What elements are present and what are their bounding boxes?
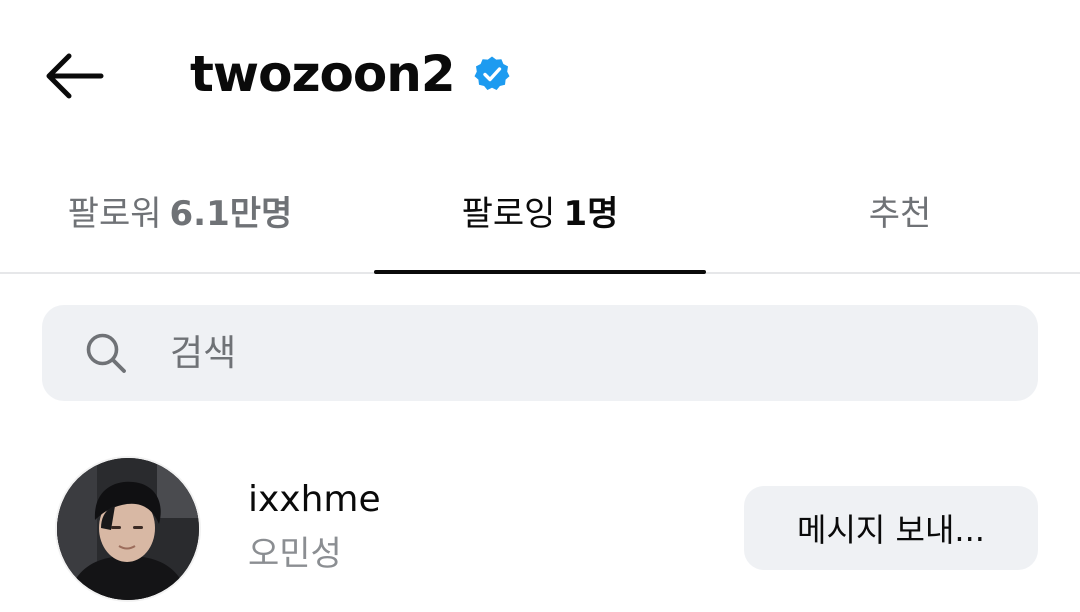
arrow-left-icon [46,53,104,99]
list-item[interactable]: ixxhme 오민성 메시지 보내... [0,452,1080,606]
tab-followers[interactable]: 팔로워 6.1만명 [0,160,360,272]
user-names: ixxhme 오민성 [248,478,381,576]
display-name: 오민성 [248,534,342,574]
search-bar[interactable] [42,305,1038,401]
tab-followers-label: 팔로워 [67,193,162,234]
avatar[interactable] [55,456,201,602]
top-bar: twozoon2 [0,0,1080,150]
tab-following-label: 팔로잉 [461,193,556,234]
search-icon [84,331,128,375]
title-group: twozoon2 [190,38,511,110]
tab-following[interactable]: 팔로잉 1명 [360,160,720,274]
follow-tabs: 팔로워 6.1만명 팔로잉 1명 추천 [0,160,1080,274]
tab-suggested-label: 추천 [868,193,932,234]
search-input[interactable] [170,323,990,383]
send-message-button[interactable]: 메시지 보내... [744,486,1038,570]
username[interactable]: ixxhme [248,478,381,522]
back-button[interactable] [38,44,110,108]
verified-badge-icon [473,55,511,93]
tab-following-count: 1명 [563,193,619,234]
tab-suggested[interactable]: 추천 [720,160,1080,272]
tab-followers-count: 6.1만명 [169,193,293,234]
page-title: twozoon2 [190,45,456,103]
